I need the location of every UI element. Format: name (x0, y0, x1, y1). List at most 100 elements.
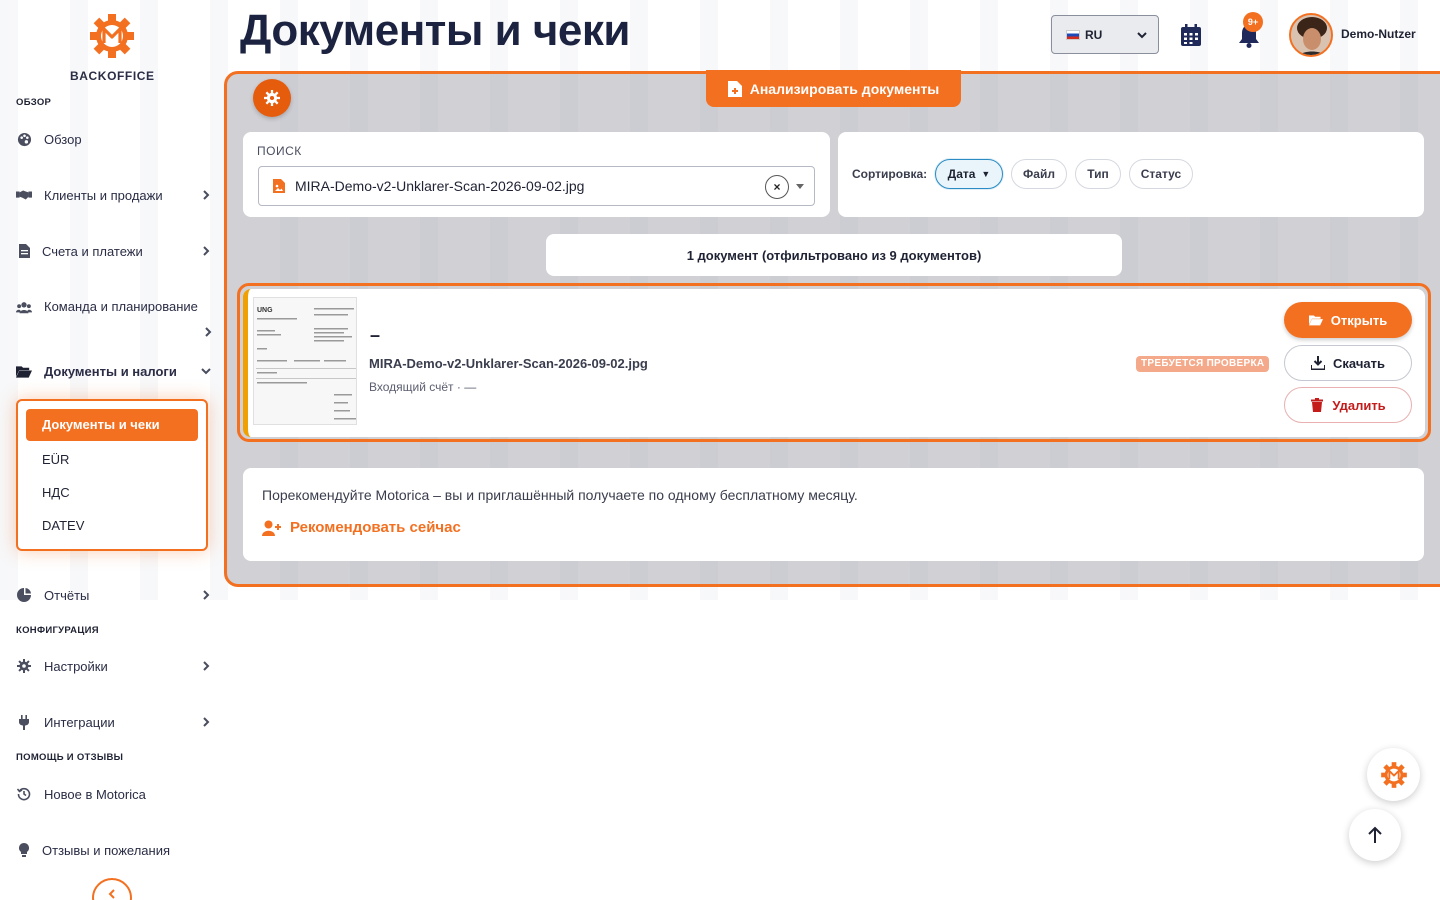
avatar[interactable] (1289, 13, 1333, 57)
chevron-down-icon (1137, 32, 1147, 39)
document-card[interactable]: UNG – MIRA-Demo-v2-Unklarer-Scan-2026-09… (243, 289, 1425, 437)
folder-open-icon (1308, 315, 1323, 326)
document-filename: MIRA-Demo-v2-Unklarer-Scan-2026-09-02.jp… (369, 356, 648, 371)
chevron-down-icon (201, 368, 211, 375)
sort-chip-label: Дата (947, 167, 976, 181)
referral-card: Порекомендуйте Motorica – вы и приглашён… (243, 468, 1424, 561)
chevron-right-icon (203, 246, 210, 256)
analyze-documents-button[interactable]: Анализировать документы (706, 70, 961, 107)
sidebar-item-label: Обзор (44, 131, 82, 147)
sort-chip-type[interactable]: Тип (1075, 159, 1121, 189)
handshake-icon (16, 187, 32, 203)
page-title: Документы и чеки (240, 6, 630, 55)
section-title-overview: ОБЗОР (16, 97, 52, 108)
submenu-item-vat[interactable]: НДС (42, 485, 70, 500)
sidebar-item-reports[interactable]: Отчёты (16, 584, 212, 606)
file-plus-icon (727, 80, 742, 97)
logo[interactable]: BACKOFFICE (70, 12, 154, 83)
logo-text: BACKOFFICE (70, 69, 155, 83)
sidebar-item-integrations[interactable]: Интеграции (16, 711, 212, 733)
sort-chip-label: Файл (1023, 167, 1055, 181)
invoice-icon (16, 243, 32, 259)
download-label: Скачать (1333, 355, 1385, 371)
language-value: RU (1085, 27, 1103, 42)
pie-chart-icon (16, 587, 32, 603)
user-name[interactable]: Demo-Nutzer (1341, 27, 1416, 41)
sort-chip-file[interactable]: Файл (1011, 159, 1067, 189)
sidebar-item-feedback[interactable]: Отзывы и пожелания (16, 839, 212, 861)
sidebar-item-label: Клиенты и продажи (44, 187, 163, 203)
sidebar-item-invoices[interactable]: Счета и платежи (16, 240, 212, 262)
sort-chip-status[interactable]: Статус (1129, 159, 1193, 189)
results-summary: 1 документ (отфильтровано из 9 документо… (546, 234, 1122, 276)
document-thumbnail[interactable]: UNG (253, 297, 357, 425)
lightbulb-icon (16, 842, 32, 858)
chevron-right-icon (205, 327, 212, 337)
open-button[interactable]: Открыть (1284, 302, 1412, 338)
analyze-documents-label: Анализировать документы (749, 80, 940, 97)
download-button[interactable]: Скачать (1284, 345, 1412, 381)
sidebar-item-documents[interactable]: Документы и налоги (16, 360, 212, 382)
chevron-right-icon (203, 190, 210, 200)
referral-text: Порекомендуйте Motorica – вы и приглашён… (262, 487, 858, 503)
sort-chip-label: Статус (1140, 167, 1182, 181)
sort-direction-icon: ▼ (981, 169, 991, 179)
submenu-item-documents-receipts[interactable]: Документы и чеки (26, 409, 198, 441)
clear-search-button[interactable]: × (765, 175, 789, 199)
chevron-right-icon (203, 661, 210, 671)
calendar-icon[interactable] (1181, 24, 1201, 46)
user-plus-icon (262, 520, 281, 536)
sort-chip-date[interactable]: Дата ▼ (935, 159, 1003, 189)
notification-badge: 9+ (1243, 12, 1263, 32)
logo-gear-icon (90, 14, 134, 58)
assistant-button[interactable] (1367, 748, 1420, 801)
submenu-item-datev[interactable]: DATEV (42, 518, 84, 533)
sidebar-item-customers[interactable]: Клиенты и продажи (16, 184, 212, 206)
dropdown-caret-icon[interactable] (795, 181, 805, 191)
folder-open-icon (16, 363, 32, 379)
search-label: ПОИСК (257, 144, 302, 158)
sidebar-item-label: Счета и платежи (42, 243, 143, 259)
gear-icon (16, 658, 32, 674)
sidebar-item-label: Команда и планирование (44, 299, 198, 314)
sidebar-item-overview[interactable]: Обзор (16, 128, 212, 150)
chevron-left-icon (108, 889, 115, 899)
palette-icon (16, 131, 32, 147)
settings-button[interactable] (253, 79, 291, 117)
sidebar-item-label: Настройки (44, 658, 108, 674)
search-card: ПОИСК MIRA-Demo-v2-Unklarer-Scan-2026-09… (243, 132, 830, 217)
search-input[interactable]: MIRA-Demo-v2-Unklarer-Scan-2026-09-02.jp… (258, 166, 815, 206)
referral-link-label: Рекомендовать сейчас (290, 519, 461, 536)
trash-icon (1311, 398, 1324, 412)
sidebar-collapse-button[interactable] (92, 878, 132, 900)
chevron-right-icon (203, 717, 210, 727)
documents-submenu: Документы и чеки EÜR НДС DATEV (16, 399, 208, 551)
sidebar-item-team[interactable]: Команда и планирование (16, 296, 212, 340)
plug-icon (16, 714, 32, 730)
sidebar-item-label: Интеграции (44, 714, 115, 730)
close-icon: × (773, 180, 781, 194)
sort-card: Сортировка: Дата ▼ Файл Тип Статус (838, 132, 1424, 217)
document-preview-image: UNG (254, 298, 356, 424)
referral-link[interactable]: Рекомендовать сейчас (262, 519, 461, 536)
history-icon (16, 786, 32, 802)
arrow-up-icon (1368, 826, 1382, 843)
open-label: Открыть (1330, 312, 1388, 328)
sidebar-item-whats-new[interactable]: Новое в Motorica (16, 783, 212, 805)
delete-button[interactable]: Удалить (1284, 387, 1412, 423)
submenu-item-eur[interactable]: EÜR (42, 452, 69, 467)
language-select[interactable]: RU (1051, 15, 1159, 54)
sidebar-item-settings[interactable]: Настройки (16, 655, 212, 677)
sidebar: BACKOFFICE ОБЗОР Обзор Клиенты и продажи… (0, 0, 224, 900)
sidebar-item-label: Отчёты (44, 587, 90, 603)
section-title-help: ПОМОЩЬ И ОТЗЫВЫ (16, 752, 124, 763)
document-title: – (370, 325, 381, 345)
russian-flag-icon (1066, 29, 1080, 40)
team-icon (16, 299, 32, 315)
scroll-to-top-button[interactable] (1349, 809, 1401, 861)
motorica-logo-icon (1380, 761, 1407, 788)
sidebar-item-label: Новое в Motorica (44, 786, 146, 802)
sort-chip-label: Тип (1087, 167, 1109, 181)
sidebar-item-label: Отзывы и пожелания (42, 842, 171, 858)
search-value: MIRA-Demo-v2-Unklarer-Scan-2026-09-02.jp… (295, 178, 585, 194)
